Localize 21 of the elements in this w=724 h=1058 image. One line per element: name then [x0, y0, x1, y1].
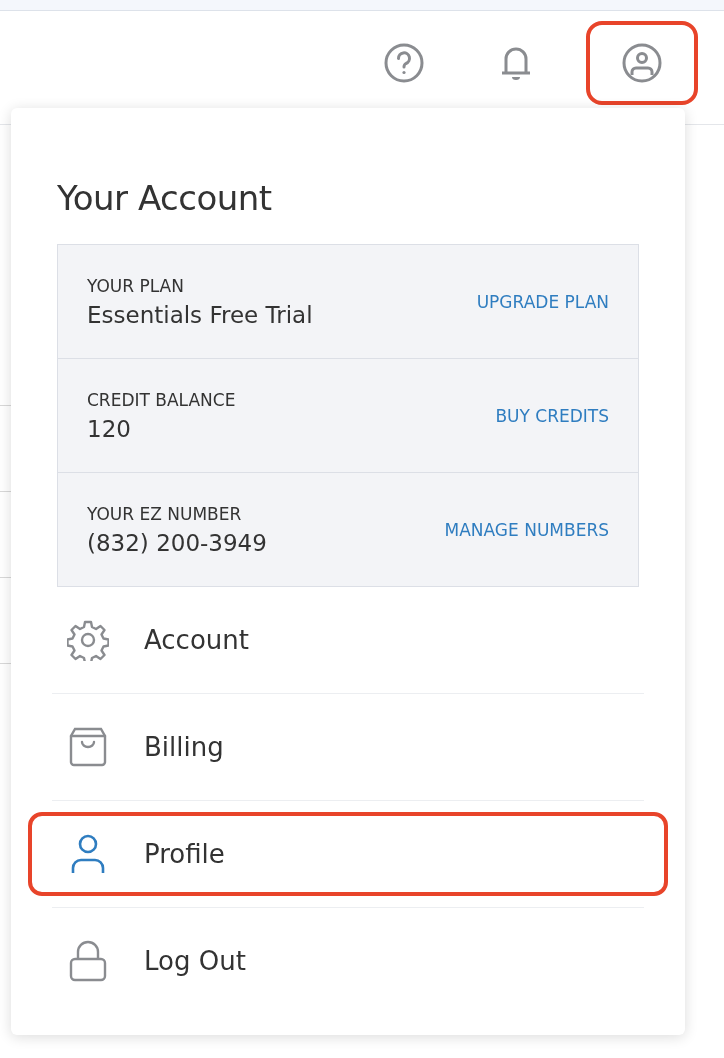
menu-item[interactable]: Log Out: [52, 908, 644, 1014]
account-button[interactable]: [586, 20, 698, 105]
menu-title: Your Account: [57, 178, 273, 218]
detail-value: Essentials Free Trial: [87, 301, 313, 328]
person-icon: [70, 834, 106, 874]
detail-value: (832) 200-3949: [87, 529, 267, 556]
detail-action-link[interactable]: UPGRADE PLAN: [476, 291, 609, 312]
detail-action-link[interactable]: BUY CREDITS: [495, 405, 609, 426]
detail-label: YOUR EZ NUMBER: [87, 503, 243, 524]
menu-item[interactable]: Profile: [28, 812, 668, 896]
help-icon: [384, 42, 424, 83]
detail-value: 120: [87, 415, 132, 442]
account-icon: [622, 42, 662, 83]
detail-label: YOUR PLAN: [87, 275, 185, 296]
lock-icon: [69, 940, 107, 982]
detail-label: CREDIT BALANCE: [87, 389, 236, 410]
menu-item[interactable]: Billing: [52, 694, 644, 800]
shopping-bag-icon: [69, 727, 107, 767]
detail-action-link[interactable]: MANAGE NUMBERS: [444, 519, 609, 540]
gear-icon: [67, 619, 109, 661]
menu-item[interactable]: Account: [52, 587, 644, 693]
